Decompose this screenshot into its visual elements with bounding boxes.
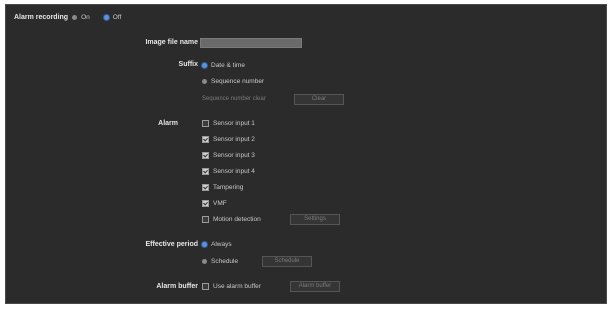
- alarm-item-sensor-input-1[interactable]: Sensor input 1: [202, 120, 255, 127]
- alarm-recording-panel: Alarm recording On Off Image file name S…: [5, 4, 607, 304]
- alarm-recording-row: Alarm recording On Off: [14, 14, 121, 21]
- motion-detection-label: Motion detection: [213, 216, 261, 223]
- effective-period-schedule[interactable]: Schedule: [202, 258, 238, 265]
- sensor-input-2-label: Sensor input 2: [213, 136, 255, 143]
- use-alarm-buffer-checkbox[interactable]: [202, 283, 209, 290]
- alarm-label: Alarm: [158, 120, 178, 127]
- alarm-item-tampering[interactable]: Tampering: [202, 184, 243, 191]
- tampering-label: Tampering: [213, 184, 244, 191]
- sensor-input-1-label: Sensor input 1: [213, 120, 255, 127]
- alarm-item-sensor-input-2[interactable]: Sensor input 2: [202, 136, 255, 143]
- sequence-number-clear-label: Sequence number clear: [202, 96, 266, 102]
- always-radio[interactable]: [202, 242, 207, 247]
- alarm-buffer-button[interactable]: Alarm buffer: [290, 281, 340, 292]
- alarm-recording-on-radio[interactable]: [72, 15, 78, 20]
- effective-period-always[interactable]: Always: [202, 241, 232, 248]
- suffix-label: Suffix: [178, 61, 198, 68]
- alarm-item-sensor-input-4[interactable]: Sensor input 4: [202, 168, 255, 175]
- alarm-recording-on-label: On: [81, 14, 90, 21]
- use-alarm-buffer-label: Use alarm buffer: [213, 283, 261, 290]
- suffix-option-sequence[interactable]: Sequence number: [202, 78, 264, 85]
- sensor-input-4-checkbox[interactable]: [202, 168, 209, 175]
- tampering-checkbox[interactable]: [202, 184, 209, 191]
- sensor-input-4-label: Sensor input 4: [213, 168, 255, 175]
- vmf-checkbox[interactable]: [202, 200, 209, 207]
- schedule-label: Schedule: [211, 258, 239, 265]
- suffix-date-time-radio[interactable]: [202, 63, 207, 68]
- image-file-name-label: Image file name: [145, 39, 198, 46]
- sensor-input-2-checkbox[interactable]: [202, 136, 209, 143]
- alarm-recording-off-radio[interactable]: [103, 15, 109, 20]
- suffix-sequence-label: Sequence number: [211, 78, 265, 85]
- suffix-date-time-label: Date & time: [211, 62, 245, 69]
- schedule-radio[interactable]: [202, 259, 207, 264]
- effective-period-label: Effective period: [145, 241, 198, 248]
- vmf-label: VMF: [213, 200, 227, 207]
- suffix-option-date-time[interactable]: Date & time: [202, 62, 245, 69]
- alarm-buffer-label: Alarm buffer: [156, 283, 198, 290]
- sensor-input-3-label: Sensor input 3: [213, 152, 255, 159]
- alarm-recording-label: Alarm recording: [14, 14, 69, 21]
- sensor-input-1-checkbox[interactable]: [202, 120, 209, 127]
- schedule-button[interactable]: Schedule: [262, 256, 312, 267]
- alarm-recording-off-label: Off: [112, 14, 122, 21]
- alarm-item-sensor-input-3[interactable]: Sensor input 3: [202, 152, 255, 159]
- sensor-input-3-checkbox[interactable]: [202, 152, 209, 159]
- image-file-name-input[interactable]: [200, 38, 302, 48]
- suffix-sequence-radio[interactable]: [202, 79, 207, 84]
- clear-button[interactable]: Clear: [294, 94, 344, 105]
- motion-detection-checkbox[interactable]: [202, 216, 209, 223]
- alarm-item-motion-detection[interactable]: Motion detection: [202, 216, 261, 223]
- use-alarm-buffer[interactable]: Use alarm buffer: [202, 283, 261, 290]
- always-label: Always: [211, 241, 232, 248]
- motion-detection-settings-button[interactable]: Settings: [290, 214, 340, 225]
- alarm-item-vmf[interactable]: VMF: [202, 200, 227, 207]
